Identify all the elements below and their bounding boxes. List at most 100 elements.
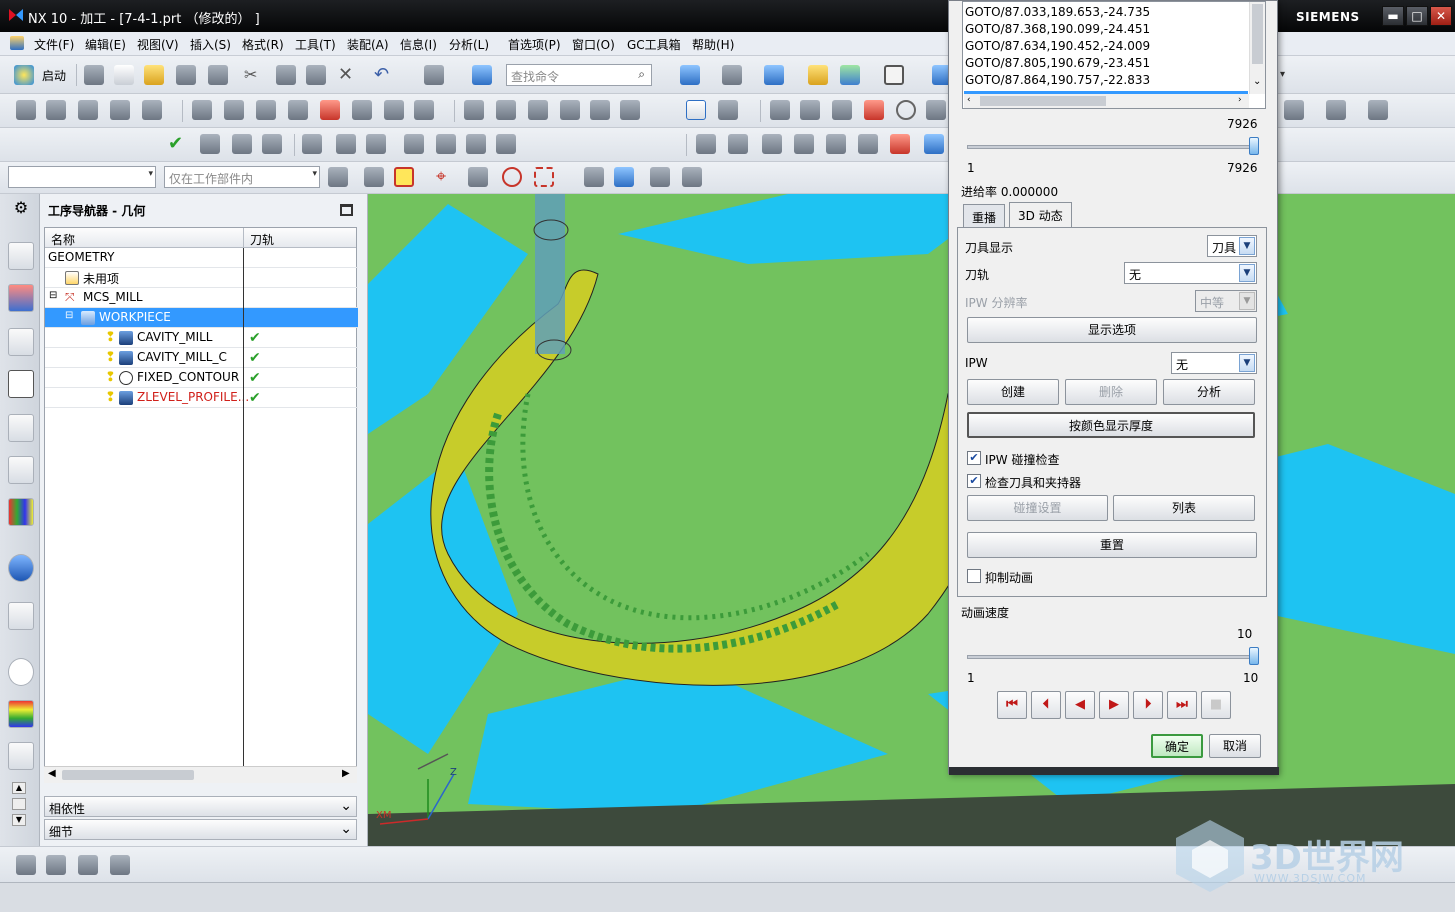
menu-edit[interactable]: 编辑(E) — [85, 36, 126, 53]
list-item[interactable]: GOTO/87.864,190.757,-22.833 — [965, 73, 1150, 87]
scroll-up-icon[interactable]: ▲ — [12, 782, 26, 794]
horizontal-scrollbar[interactable]: ◀ ▶ — [44, 766, 357, 783]
check-icon[interactable]: ✔ — [168, 134, 188, 154]
feeds-speeds-icon[interactable] — [800, 100, 820, 120]
suppress-animation-checkbox[interactable] — [967, 569, 981, 583]
analyze-button[interactable]: 分析 — [1163, 379, 1255, 405]
reuse-library-icon[interactable] — [8, 456, 34, 484]
cube-icon[interactable] — [614, 167, 634, 187]
edit-toolpath-icon[interactable] — [384, 100, 404, 120]
select-arrow-icon[interactable] — [364, 167, 384, 187]
animation-speed-thumb[interactable] — [1249, 647, 1259, 665]
feature-group-icon[interactable] — [770, 100, 790, 120]
web-browser-icon[interactable] — [8, 602, 34, 630]
method-view-icon[interactable] — [336, 134, 356, 154]
list-item[interactable]: GOTO/87.033,189.653,-24.735 — [965, 5, 1150, 19]
point-icon[interactable] — [896, 100, 916, 120]
collapse-icon[interactable]: ⊟ — [65, 310, 73, 321]
create-program-icon[interactable] — [16, 100, 36, 120]
undo-icon[interactable]: ↶ — [374, 65, 394, 85]
ipw-resolution-select[interactable]: 中等 ▼ — [1195, 290, 1257, 312]
shop-doc-icon[interactable] — [464, 100, 484, 120]
add-point-icon[interactable] — [794, 134, 814, 154]
rectangle-select-icon[interactable] — [534, 167, 554, 187]
column-header-toolpath[interactable]: 刀轨 — [244, 228, 356, 248]
goto-list[interactable]: GOTO/87.033,189.653,-24.735 GOTO/87.368,… — [962, 1, 1266, 109]
move-icon[interactable] — [650, 167, 670, 187]
table-row[interactable]: ❢ CAVITY_MILL_C ✔ — [45, 348, 358, 368]
refresh-icon[interactable] — [466, 134, 486, 154]
tool-display-select[interactable]: 刀具 ▼ — [1207, 235, 1257, 257]
measure-icon[interactable] — [696, 134, 716, 154]
start-label[interactable]: 启动 — [42, 67, 66, 84]
hexagon-icon[interactable] — [502, 167, 522, 187]
object-icon[interactable] — [864, 100, 884, 120]
step-forward-button[interactable]: ⏵ — [1133, 691, 1163, 719]
display-tool-icon[interactable] — [1284, 100, 1304, 120]
table-row[interactable]: ❢ CAVITY_MILL ✔ — [45, 328, 358, 348]
display-holder-icon[interactable] — [1326, 100, 1346, 120]
play-forward-button[interactable]: ▶ — [1099, 691, 1129, 719]
menu-preferences[interactable]: 首选项(P) — [508, 36, 561, 53]
system-materials-icon[interactable] — [8, 700, 34, 728]
maximize-panel-icon[interactable] — [340, 204, 353, 216]
scroll-thumb[interactable] — [1252, 4, 1263, 64]
section-view-icon[interactable] — [840, 65, 860, 85]
machine-tool-icon[interactable] — [718, 100, 738, 120]
stop-button[interactable]: ■ — [1201, 691, 1231, 719]
machine-navigator-icon[interactable] — [8, 414, 34, 442]
step-back-button[interactable]: ⏴ — [1031, 691, 1061, 719]
crosshair-icon[interactable]: ⌖ — [436, 167, 456, 187]
verify-toolpath-icon[interactable] — [256, 100, 276, 120]
edit-icon[interactable] — [858, 134, 878, 154]
create-button[interactable]: 创建 — [967, 379, 1059, 405]
table-row[interactable]: ❢ FIXED_CONTOUR ✔ — [45, 368, 358, 388]
replay-toolpath-icon[interactable] — [224, 100, 244, 120]
history-clock-icon[interactable] — [8, 658, 34, 686]
save-icon[interactable] — [176, 65, 196, 85]
scroll-thumb[interactable] — [980, 96, 1106, 106]
page-icon[interactable] — [590, 100, 610, 120]
collision-settings-button[interactable]: 碰撞设置 — [967, 495, 1108, 521]
operation-navigator-icon[interactable] — [8, 370, 34, 398]
display-icon[interactable] — [436, 134, 456, 154]
flag-icon[interactable] — [302, 134, 322, 154]
background-icon[interactable] — [884, 65, 904, 85]
chevron-down-icon[interactable]: ⌄ — [1253, 76, 1261, 87]
scroll-left-icon[interactable]: ◀ — [48, 768, 56, 779]
copy-icon[interactable] — [276, 65, 296, 85]
toolpath-list-icon[interactable] — [560, 100, 580, 120]
scroll-right-icon[interactable]: › — [1238, 95, 1242, 105]
list-button[interactable]: 列表 — [1113, 495, 1255, 521]
toolbar-overflow-icon[interactable]: ▾ — [1280, 65, 1300, 85]
geometry-view-icon[interactable] — [262, 134, 282, 154]
menu-file[interactable]: 文件(F) — [34, 36, 74, 53]
create-operation-icon[interactable] — [142, 100, 162, 120]
animation-speed-slider[interactable] — [967, 655, 1259, 659]
menu-view[interactable]: 视图(V) — [137, 36, 179, 53]
type-filter-select[interactable]: ▾ — [8, 166, 156, 188]
scope-filter-select[interactable]: 仅在工作部件内 ▾ — [164, 166, 320, 188]
repeat-command-icon[interactable] — [424, 65, 444, 85]
generate-toolpath-icon[interactable] — [192, 100, 212, 120]
check-tool-holder-checkbox[interactable]: ✔ — [967, 474, 981, 488]
play-backward-button[interactable]: ◀ — [1065, 691, 1095, 719]
create-tool-icon[interactable] — [46, 855, 66, 875]
tool-display-icon[interactable] — [728, 134, 748, 154]
transform-icon[interactable] — [832, 100, 852, 120]
table-row[interactable]: GEOMETRY — [45, 248, 358, 268]
scroll-down-icon[interactable]: ▼ — [12, 814, 26, 826]
delete-button[interactable]: 删除 — [1065, 379, 1157, 405]
menu-tools[interactable]: 工具(T) — [295, 36, 336, 53]
ipw-collision-checkbox[interactable]: ✔ — [967, 451, 981, 465]
display-axis-icon[interactable] — [1368, 100, 1388, 120]
delete-toolpath-icon[interactable] — [352, 100, 372, 120]
scroll-track[interactable] — [12, 798, 26, 810]
create-program-icon[interactable] — [16, 855, 36, 875]
properties-icon[interactable] — [366, 134, 386, 154]
gear-icon[interactable]: ⚙ — [8, 198, 34, 226]
create-method-icon[interactable] — [110, 855, 130, 875]
paste-icon[interactable] — [306, 65, 326, 85]
menu-window[interactable]: 窗口(O) — [572, 36, 615, 53]
postprocess-icon[interactable] — [414, 100, 434, 120]
